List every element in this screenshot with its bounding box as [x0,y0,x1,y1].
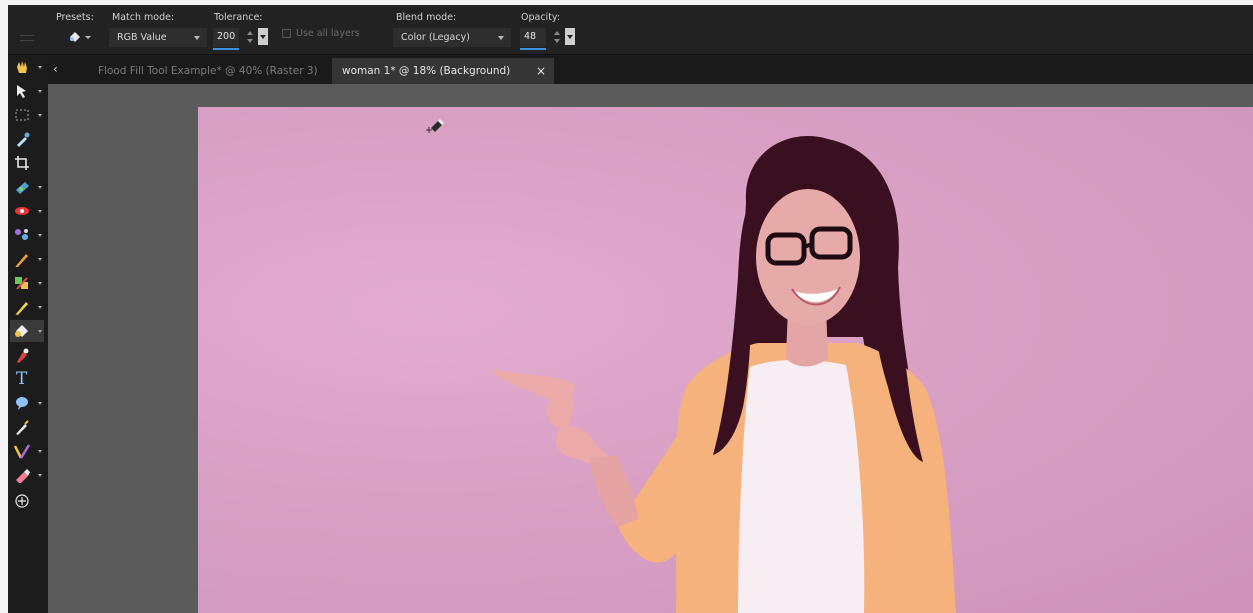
paintbrush-icon [15,254,28,267]
selection-tool[interactable] [10,104,44,126]
woman-photo [426,119,956,613]
opacity-value: 48 [524,31,537,42]
scratch-remover-icon [16,420,29,435]
flood-fill-tool[interactable] [10,320,44,342]
add-circle-icon [15,494,29,508]
chevron-down-icon [498,36,504,40]
clone-brush-tool[interactable] [10,224,44,246]
dropper-tool[interactable] [10,128,44,150]
crop-tool[interactable] [10,152,44,174]
tolerance-label: Tolerance: [214,12,263,23]
pen-tool[interactable] [10,344,44,366]
presets-button[interactable] [66,27,92,47]
color-replacer-tool[interactable] [10,272,44,294]
tolerance-input[interactable]: 200 [213,28,239,50]
tab-label: woman 1* @ 18% (Background) [342,65,511,77]
blend-mode-label: Blend mode: [396,12,457,23]
pen-icon [17,348,29,363]
add-tool[interactable] [10,490,44,512]
toolbar-grip[interactable] [20,35,34,41]
eye-icon [15,207,29,215]
pick-tool[interactable] [10,80,44,102]
blend-mode-value: Color (Legacy) [401,32,470,43]
lighten-darken-tool[interactable] [10,296,44,318]
tolerance-spinner[interactable] [245,28,255,47]
presets-label: Presets: [56,12,94,23]
text-tool[interactable]: T [10,368,44,390]
paint-brush-tool[interactable] [10,248,44,270]
shape-tool[interactable] [10,392,44,414]
crop-icon [15,156,29,170]
dropper-icon [17,132,30,147]
tolerance-value: 200 [217,31,236,42]
marquee-icon [15,109,29,121]
tab-label: Flood Fill Tool Example* @ 40% (Raster 3… [98,65,318,77]
spin-down-icon [247,39,253,43]
scratch-remover-tool[interactable] [10,416,44,438]
opacity-slider-button[interactable] [565,28,575,45]
opacity-spinner[interactable] [552,28,562,47]
match-mode-value: RGB Value [117,32,167,43]
workspace[interactable] [48,84,1253,613]
eraser-tool[interactable] [10,464,44,486]
straighten-icon [16,182,29,194]
image-canvas[interactable] [198,107,1253,613]
tolerance-slider-button[interactable] [258,28,268,45]
tolerance-focus-underline [213,48,239,50]
tab-woman-1[interactable]: woman 1* @ 18% (Background) × [332,58,554,84]
spin-up-icon [247,31,253,35]
use-all-layers-checkbox[interactable] [282,29,291,38]
flood-fill-preset-icon [70,32,91,42]
tools-palette: T [8,56,48,613]
match-mode-label: Match mode: [112,12,175,23]
hand-icon [17,61,27,73]
spin-up-icon [554,31,560,35]
tool-options-bar: Presets: Match mode: RGB Value Tolerance… [8,5,1253,55]
art-media-icon [13,444,31,459]
opacity-focus-underline [520,48,546,50]
eraser-icon [16,469,30,483]
opacity-input[interactable]: 48 [520,28,546,50]
document-tabs: ‹ Flood Fill Tool Example* @ 40% (Raster… [48,56,1253,84]
color-replacer-icon [15,277,28,290]
close-icon[interactable]: × [536,58,546,84]
opacity-label: Opacity: [521,12,561,23]
app-window: Presets: Match mode: RGB Value Tolerance… [8,5,1253,613]
chevron-down-icon [85,36,91,39]
chevron-left-icon[interactable]: ‹ [53,62,67,76]
lighten-brush-icon [15,302,28,315]
blend-mode-dropdown[interactable]: Color (Legacy) [393,28,511,47]
chevron-down-icon [194,36,200,40]
spin-down-icon [554,39,560,43]
paint-bucket-icon [15,325,28,337]
straighten-tool[interactable] [10,176,44,198]
speech-bubble-icon [16,397,28,410]
pan-tool[interactable] [10,56,44,78]
tab-flood-fill-example[interactable]: Flood Fill Tool Example* @ 40% (Raster 3… [88,58,336,84]
arrow-pointer-icon [17,85,26,98]
text-tool-icon: T [16,369,28,389]
match-mode-dropdown[interactable]: RGB Value [109,28,207,47]
red-eye-tool[interactable] [10,200,44,222]
clone-brush-icon [15,229,28,240]
flood-fill-cursor-icon [426,119,444,133]
art-media-tool[interactable] [10,440,44,462]
use-all-layers-label: Use all layers [296,28,360,39]
